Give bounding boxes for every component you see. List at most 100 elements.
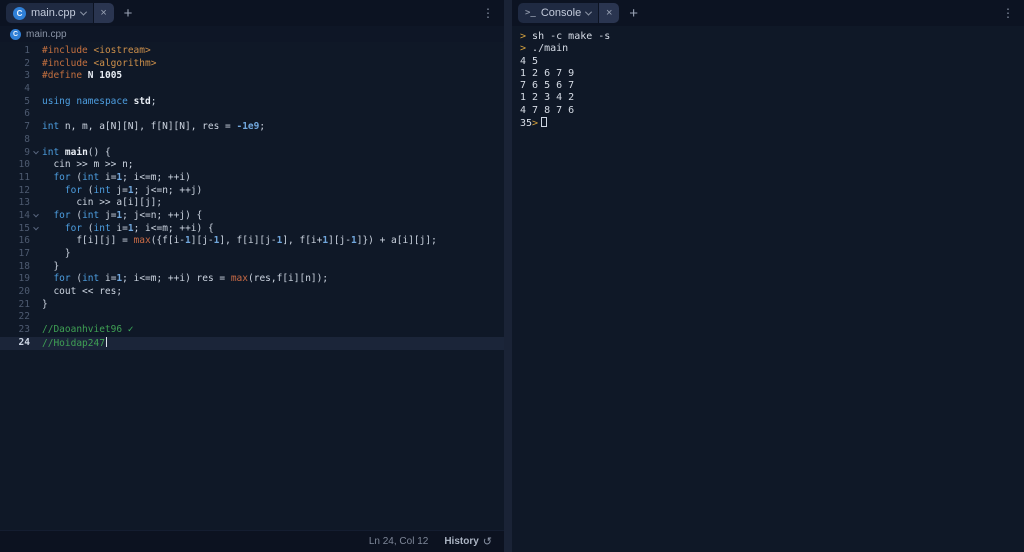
code-line[interactable]: 2 #include <algorithm> [0,58,504,71]
new-console-button[interactable]: + [629,6,638,21]
code-line[interactable]: 23 //Daoanhviet96 ✓ [0,324,504,337]
code-line[interactable]: 4 [0,83,504,96]
line-number: 20 [18,286,30,298]
pane-resize-handle[interactable] [504,0,512,552]
code-text: for (int i=1; i<=m; ++i) [53,171,191,183]
code-line[interactable]: 5 using namespace std; [0,96,504,109]
line-number: 15 [18,222,30,234]
line-number: 18 [18,260,30,272]
line-number: 9 [24,146,30,158]
code-text: for (int i=1; i<=m; ++i) res = max(res,f… [53,273,329,285]
cursor-position-indicator[interactable]: Ln 24, Col 12 [369,536,429,547]
code-text: cout << res; [42,286,123,298]
code-line[interactable]: 18 } [0,261,504,274]
code-line[interactable]: 9 int main() { [0,147,504,160]
line-number: 22 [18,311,30,323]
line-number: 5 [24,95,30,107]
console-prompt: > [520,31,533,42]
console-output[interactable]: > sh -c make -s > ./main 4 51 2 6 7 97 6 5… [512,26,1024,552]
close-icon: × [100,7,107,19]
line-number: 8 [24,133,30,145]
console-line: 7 6 5 6 7 [520,80,1016,92]
editor-statusbar: Ln 24, Col 12 History ↺ [0,530,504,552]
editor-menu-kebab-icon[interactable]: ⋮ [478,6,498,20]
tab-label: main.cpp [31,7,76,19]
line-number: 3 [24,70,30,82]
cpp-file-icon: C [13,6,26,20]
tab-close-button[interactable]: × [599,3,620,23]
code-line[interactable]: 12 for (int j=1; j<=n; ++j) [0,185,504,198]
cpp-file-icon: C [10,28,21,40]
console-tabbar: >_ Console × + ⋮ [512,0,1024,26]
code-text: #include <algorithm> [42,57,157,69]
code-line[interactable]: 14 for (int j=1; j<=n; ++j) { [0,210,504,223]
code-text: using namespace std; [42,95,157,107]
tab-main-cpp[interactable]: C main.cpp [6,3,93,23]
console-line: 4 7 8 7 6 [520,105,1016,117]
code-line[interactable]: 8 [0,134,504,147]
code-line[interactable]: 6 [0,108,504,121]
terminal-icon: >_ [525,8,536,18]
code-line[interactable]: 3 #define N 1005 [0,70,504,83]
fold-chevron-icon[interactable] [30,223,42,236]
console-text: 1 2 3 4 2 [520,92,575,104]
console-menu-kebab-icon[interactable]: ⋮ [998,6,1018,20]
code-line[interactable]: 22 [0,311,504,324]
code-line[interactable]: 10 cin >> m >> n; [0,159,504,172]
tab-close-button[interactable]: × [93,3,114,23]
editor-tabbar: C main.cpp × + ⋮ [0,0,504,26]
line-number: 21 [18,298,30,310]
code-editor[interactable]: 1 #include <iostream> 2 #include <algorithm… [0,42,504,530]
code-line[interactable]: 7 int n, m, a[N][N], f[N][N], res = -1e9; [0,121,504,134]
chevron-down-icon[interactable] [79,8,87,16]
line-number: 11 [18,171,30,183]
line-number: 17 [18,248,30,259]
line-number: 13 [18,197,30,209]
fold-chevron-icon[interactable] [30,210,42,223]
code-line[interactable]: 11 for (int i=1; i<=m; ++i) [0,172,504,185]
breadcrumb-label: main.cpp [26,28,67,40]
console-text: 35 [520,118,533,130]
console-pane: >_ Console × + ⋮ > sh -c make -s > ./main… [512,0,1024,552]
history-label: History [444,536,479,547]
code-text: cin >> a[i][j]; [42,197,163,209]
history-button[interactable]: History ↺ [444,535,492,548]
new-tab-button[interactable]: + [124,6,133,21]
code-text: f[i][j] = max({f[i-1][j-1], f[i][j-1], f… [42,235,437,247]
line-number: 23 [18,324,30,336]
code-text: } [42,260,60,272]
code-line[interactable]: 13 cin >> a[i][j]; [0,197,504,210]
line-number: 4 [24,83,30,95]
code-text: for (int i=1; i<=m; ++i) { [64,222,214,234]
code-line[interactable]: 1 #include <iostream> [0,45,504,58]
code-line[interactable]: 20 cout << res; [0,286,504,299]
code-text: #include <iostream> [42,45,151,56]
console-line: 1 2 6 7 9 [520,68,1016,80]
code-line[interactable]: 21} [0,299,504,312]
tab-console[interactable]: >_ Console [518,3,599,23]
editor-pane: C main.cpp × + ⋮ C main.cpp 1 #include <i… [0,0,504,552]
code-text: for (int j=1; j<=n; ++j) { [53,209,203,221]
code-text: } [42,248,71,259]
code-line[interactable]: 19 for (int i=1; i<=m; ++i) res = max(re… [0,273,504,286]
code-line[interactable]: 17 } [0,248,504,261]
code-line[interactable]: 16 f[i][j] = max({f[i-1][j-1], f[i][j-1]… [0,235,504,248]
line-number: 2 [24,57,30,69]
code-line[interactable]: 24 //Hoidap247 [0,336,504,350]
console-text: ./main [532,43,569,55]
code-text: cin >> m >> n; [42,159,134,171]
code-line[interactable]: 15 for (int i=1; i<=m; ++i) { [0,223,504,236]
line-number: 1 [24,45,30,56]
chevron-down-icon[interactable] [585,8,593,16]
fold-chevron-icon[interactable] [30,147,42,160]
